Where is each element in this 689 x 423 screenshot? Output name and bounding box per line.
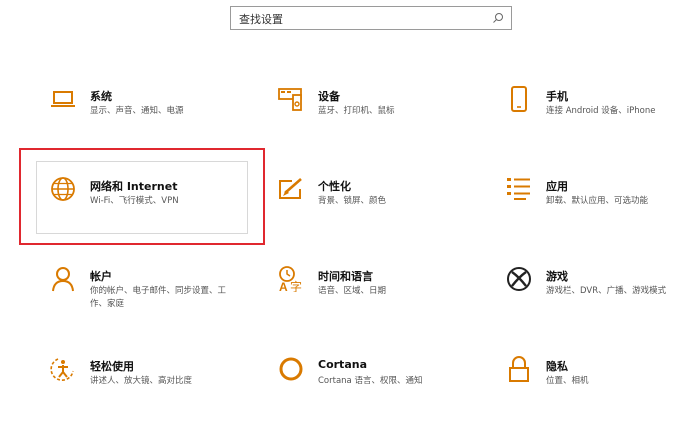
- tile-personalization[interactable]: 个性化 背景、锁屏、颜色: [278, 176, 478, 236]
- tile-apps[interactable]: 应用 卸载、默认应用、可选功能: [506, 176, 689, 236]
- search-input[interactable]: 查找设置: [230, 6, 512, 30]
- tile-description: 连接 Android 设备、iPhone: [546, 106, 656, 116]
- tile-title: 应用: [546, 180, 568, 193]
- tile-description: 显示、声音、通知、电源: [90, 106, 184, 116]
- tile-cortana[interactable]: Cortana Cortana 语言、权限、通知: [278, 356, 478, 416]
- tile-network-internet[interactable]: 网络和 Internet Wi-Fi、飞行模式、VPN: [50, 176, 250, 236]
- tile-description: 背景、锁屏、颜色: [318, 196, 387, 206]
- tile-title: 帐户: [90, 270, 112, 283]
- tile-title: 轻松使用: [90, 360, 134, 373]
- tile-title: 隐私: [546, 360, 568, 373]
- tile-title: 游戏: [546, 270, 568, 283]
- tile-title: 个性化: [318, 180, 351, 193]
- tile-description: 游戏栏、DVR、广播、游戏模式: [546, 286, 667, 296]
- globe-icon: [50, 176, 76, 202]
- tile-system[interactable]: 系统 显示、声音、通知、电源: [50, 86, 250, 146]
- tile-title: Cortana: [318, 358, 367, 371]
- apps-list-icon: [506, 176, 532, 202]
- person-icon: [50, 266, 76, 292]
- devices-icon: [278, 86, 304, 112]
- tile-title: 设备: [318, 90, 340, 103]
- ease-of-access-icon: [50, 356, 76, 382]
- tile-title: 系统: [90, 90, 112, 103]
- tile-accounts[interactable]: 帐户 你的帐户、电子邮件、同步设置、工作、家庭: [50, 266, 250, 326]
- tile-description: 你的帐户、电子邮件、同步设置、工作、家庭: [90, 286, 227, 309]
- tile-title: 手机: [546, 90, 568, 103]
- tile-title: 时间和语言: [318, 270, 373, 283]
- tile-ease-of-access[interactable]: 轻松使用 讲述人、放大镜、高对比度: [50, 356, 250, 416]
- tile-description: 卸载、默认应用、可选功能: [546, 196, 649, 206]
- tile-gaming[interactable]: 游戏 游戏栏、DVR、广播、游戏模式: [506, 266, 689, 326]
- cortana-icon: [278, 356, 304, 382]
- tile-privacy[interactable]: 隐私 位置、相机: [506, 356, 689, 416]
- search-icon: [493, 13, 503, 23]
- tile-devices[interactable]: 设备 蓝牙、打印机、鼠标: [278, 86, 478, 146]
- svg-text:字: 字: [290, 279, 302, 292]
- tile-title: 网络和 Internet: [90, 180, 178, 193]
- personalization-icon: [278, 176, 304, 202]
- tile-description: 讲述人、放大镜、高对比度: [90, 376, 193, 386]
- tile-description: 语音、区域、日期: [318, 286, 387, 296]
- tile-description: 位置、相机: [546, 376, 589, 386]
- search-placeholder: 查找设置: [239, 13, 283, 26]
- tile-time-language[interactable]: A字 时间和语言 语音、区域、日期: [278, 266, 478, 326]
- svg-text:A: A: [279, 280, 288, 292]
- lock-icon: [506, 356, 532, 382]
- laptop-icon: [50, 86, 76, 112]
- tile-phone[interactable]: 手机 连接 Android 设备、iPhone: [506, 86, 689, 146]
- tile-description: Wi-Fi、飞行模式、VPN: [90, 196, 179, 206]
- phone-icon: [506, 86, 532, 112]
- tile-description: 蓝牙、打印机、鼠标: [318, 106, 395, 116]
- time-language-icon: A字: [278, 266, 304, 294]
- xbox-icon: [506, 266, 532, 292]
- tile-description: Cortana 语言、权限、通知: [318, 376, 423, 386]
